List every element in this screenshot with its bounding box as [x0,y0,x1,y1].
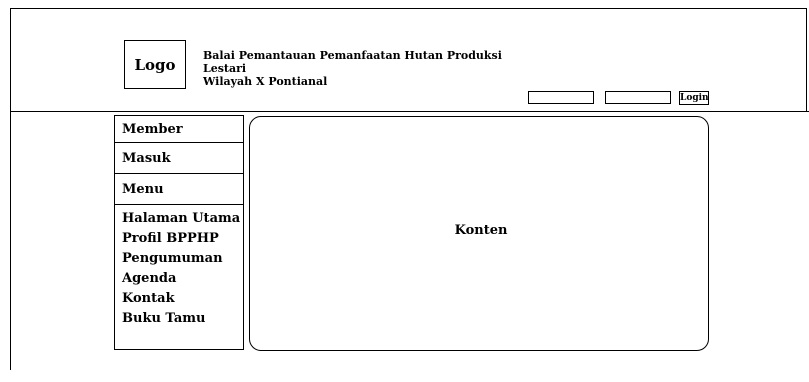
password-input[interactable] [605,91,671,104]
site-title: Balai Pemantauan Pemanfaatan Hutan Produ… [203,49,502,88]
logo-text: Logo [134,55,176,74]
masuk-label: Masuk [122,150,171,166]
sidebar-section-menu: Menu [115,174,243,205]
sidebar-section-masuk[interactable]: Masuk [115,143,243,174]
nav-item-profil-bpphp[interactable]: Profil BPPHP [122,229,240,249]
nav-item-agenda[interactable]: Agenda [122,269,240,289]
logo-placeholder[interactable]: Logo [124,40,186,89]
menu-label: Menu [122,181,164,197]
sidebar: Member Masuk Menu Halaman Utama Profil B… [114,115,244,350]
content-panel: Konten [249,116,709,351]
nav-item-halaman-utama[interactable]: Halaman Utama [122,209,240,229]
login-button[interactable]: Login [679,91,709,105]
sidebar-nav: Halaman Utama Profil BPPHP Pengumuman Ag… [122,209,240,329]
nav-item-kontak[interactable]: Kontak [122,289,240,309]
member-label: Member [122,121,183,137]
content-label: Konten [454,223,508,238]
nav-item-pengumuman[interactable]: Pengumuman [122,249,240,269]
sidebar-section-member: Member [115,116,243,143]
username-input[interactable] [528,91,594,104]
header-divider [10,111,809,112]
nav-item-buku-tamu[interactable]: Buku Tamu [122,309,240,329]
page-frame-left-edge [10,112,11,370]
